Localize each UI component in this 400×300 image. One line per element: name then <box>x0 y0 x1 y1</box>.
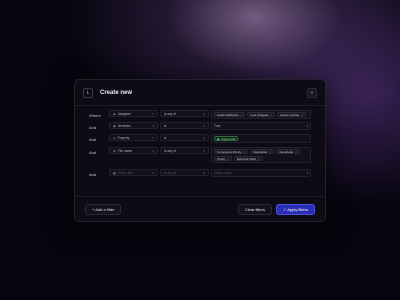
chevron-down-icon: ▾ <box>203 148 205 153</box>
value-chip[interactable]: Austin McDaniel × <box>214 112 246 117</box>
add-filter-button[interactable]: + Add a filter <box>85 203 122 215</box>
close-icon[interactable]: × <box>295 150 297 154</box>
value-select[interactable]: True ▾ <box>211 122 311 130</box>
filter-row: And ▣ Archived ▾ is ▾ True ▾ <box>81 122 319 130</box>
value-select[interactable]: Austin McDaniel × Kyle Chapple × Laura Loc… <box>211 110 311 119</box>
field-select[interactable]: ▣ Archived ▾ <box>109 122 158 129</box>
filter-row: And ▦ Select filter ▾ is any of ▾ Select va… <box>81 169 319 177</box>
value-chip[interactable]: Newsletter × <box>250 149 275 154</box>
menu-icon[interactable]: ≡ <box>307 87 317 98</box>
operator-select[interactable]: is any of ▾ <box>160 110 209 117</box>
close-icon[interactable]: × <box>241 113 243 117</box>
property-icon: ◈ <box>113 135 116 140</box>
chevron-down-icon: ▾ <box>203 135 205 140</box>
figma-icon: ◆ <box>217 136 220 141</box>
row-conjunction: And <box>89 137 97 142</box>
chevron-down-icon: ▾ <box>152 170 154 175</box>
value-select[interactable]: Select value ▾ <box>211 169 311 177</box>
field-select[interactable]: ▤ File name ▾ <box>109 147 158 154</box>
value-select[interactable]: Component library × Newsletter × Goodcode ×… <box>211 147 311 163</box>
filter-row: Where ◉ Assignee ▾ is any of ▾ Austin McDan… <box>81 110 319 119</box>
close-icon[interactable]: × <box>227 157 229 161</box>
operator-select[interactable]: is any of ▾ <box>160 147 209 154</box>
close-icon[interactable]: × <box>244 150 246 154</box>
operator-select[interactable]: is any of ▾ <box>160 169 209 176</box>
filter-row: And ▤ File name ▾ is any of ▾ Component lib… <box>81 147 319 163</box>
user-icon: ◉ <box>113 111 116 116</box>
value-chip[interactable]: Crafty × <box>214 156 232 161</box>
dialog-footer: + Add a filter Clear filters ✓ Apply fil… <box>75 196 325 221</box>
close-icon[interactable]: × <box>270 113 272 117</box>
filter-icon: ▦ <box>113 170 117 175</box>
value-chip[interactable]: Laura Lochstp × <box>277 112 306 117</box>
apply-filters-button[interactable]: ✓ Apply filters <box>276 203 315 215</box>
close-icon[interactable]: × <box>301 113 303 117</box>
file-icon: ▤ <box>113 148 117 153</box>
archive-icon: ▣ <box>113 123 117 128</box>
value-chip[interactable]: Rebrand 2023 × <box>233 156 263 161</box>
close-icon[interactable]: × <box>269 150 271 154</box>
operator-select[interactable]: is ▾ <box>160 122 209 129</box>
chevron-down-icon: ▾ <box>203 170 205 175</box>
value-chip[interactable]: ◆ Figma File <box>214 136 239 141</box>
value-chip[interactable]: Goodcode × <box>276 149 300 154</box>
create-filter-dialog: L Create new ≡ Where ◉ Assignee ▾ is any o… <box>74 79 326 222</box>
close-icon[interactable]: × <box>258 157 260 161</box>
field-select[interactable]: ▦ Select filter ▾ <box>109 169 158 176</box>
value-chip[interactable]: Component library × <box>214 149 249 154</box>
chevron-down-icon: ▾ <box>306 171 308 175</box>
chevron-down-icon: ▾ <box>203 123 205 128</box>
logo-icon: L <box>83 87 93 98</box>
row-conjunction: And <box>89 125 97 130</box>
chevron-down-icon: ▾ <box>152 148 154 153</box>
operator-select[interactable]: is ▾ <box>160 134 209 141</box>
row-conjunction: And <box>89 172 97 177</box>
field-select[interactable]: ◉ Assignee ▾ <box>109 110 158 117</box>
chevron-down-icon: ▾ <box>152 111 154 116</box>
dialog-header: L Create new ≡ <box>75 80 325 106</box>
filter-row: And ◈ Property ▾ is ▾ ◆ Figma File <box>81 134 319 143</box>
chevron-down-icon: ▾ <box>152 123 154 128</box>
chevron-down-icon: ▾ <box>152 135 154 140</box>
row-conjunction: Where <box>89 113 101 118</box>
clear-filters-button[interactable]: Clear filters <box>237 203 273 215</box>
value-select[interactable]: ◆ Figma File <box>211 134 311 143</box>
dialog-title: Create new <box>100 89 133 96</box>
value-chip[interactable]: Kyle Chapple × <box>247 112 276 117</box>
chevron-down-icon: ▾ <box>306 124 308 128</box>
row-conjunction: And <box>89 150 97 155</box>
chevron-down-icon: ▾ <box>203 111 205 116</box>
field-select[interactable]: ◈ Property ▾ <box>109 134 158 141</box>
